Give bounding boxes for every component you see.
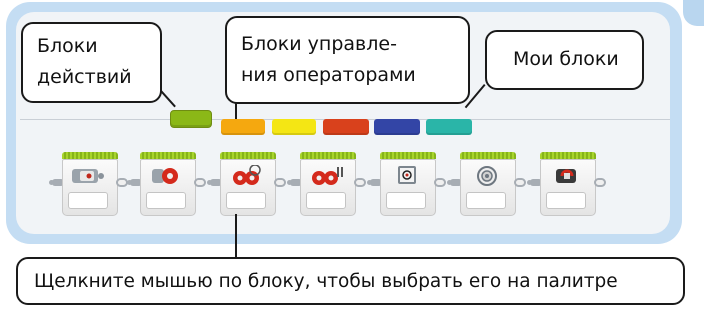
action-blocks-callout: Блоки действий <box>21 22 162 103</box>
port-selector[interactable] <box>466 192 506 209</box>
instruction-callout: Щелкните мышью по блоку, чтобы выбрать е… <box>16 257 685 305</box>
flow-blocks-callout-line1: Блоки управле- <box>241 33 397 55</box>
block-header <box>300 152 356 159</box>
action-blocks-callout-line2: действий <box>37 66 132 88</box>
port-selector[interactable] <box>546 192 586 209</box>
sequence-output-plug <box>194 178 206 187</box>
flow-blocks-callout-line2: ния операторами <box>241 64 416 86</box>
sequence-output-plug <box>274 178 286 187</box>
instruction-callout-pointer <box>235 214 237 259</box>
display-block[interactable] <box>367 152 446 218</box>
sequence-output-plug <box>514 178 526 187</box>
flow-blocks-callout: Блоки управле- ния операторами <box>225 16 470 104</box>
block-header <box>220 152 276 159</box>
block-header <box>380 152 436 159</box>
block-header <box>140 152 196 159</box>
instruction-callout-text: Щелкните мышью по блоку, чтобы выбрать е… <box>34 271 618 292</box>
port-selector[interactable] <box>146 192 186 209</box>
action-blocks-callout-line1: Блоки <box>37 35 98 57</box>
brick-status-light-block[interactable] <box>527 152 606 218</box>
steering-icon <box>233 165 261 185</box>
block-header <box>62 152 118 159</box>
tab-data-operation-blocks[interactable] <box>323 119 369 135</box>
sound-block[interactable] <box>447 152 526 218</box>
sound-icon <box>477 166 497 186</box>
move-steering-block[interactable] <box>207 152 286 218</box>
medium-motor-block[interactable] <box>49 152 128 218</box>
port-selector[interactable] <box>386 192 426 209</box>
window-corner <box>683 0 704 26</box>
tab-sensor-blocks[interactable] <box>272 119 316 135</box>
medium-motor-icon <box>72 169 104 183</box>
display-icon <box>398 166 416 184</box>
tab-flow-control-blocks[interactable] <box>221 119 265 135</box>
move-tank-block[interactable] <box>287 152 366 218</box>
tab-action-blocks[interactable] <box>170 110 212 128</box>
large-motor-block[interactable] <box>127 152 206 218</box>
port-selector[interactable] <box>226 192 266 209</box>
sequence-output-plug <box>354 178 366 187</box>
my-blocks-callout-text: Мои блоки <box>513 48 619 70</box>
sequence-output-plug <box>434 178 446 187</box>
large-motor-icon <box>152 168 178 184</box>
port-selector[interactable] <box>68 192 108 209</box>
tab-advanced-blocks[interactable] <box>374 119 420 135</box>
port-selector[interactable] <box>306 192 346 209</box>
tank-icon <box>312 167 343 185</box>
block-header <box>460 152 516 159</box>
sequence-output-plug <box>594 178 606 187</box>
brick-light-icon <box>556 169 576 183</box>
block-header <box>540 152 596 159</box>
tab-my-blocks[interactable] <box>426 119 472 135</box>
my-blocks-callout: Мои блоки <box>485 30 644 90</box>
